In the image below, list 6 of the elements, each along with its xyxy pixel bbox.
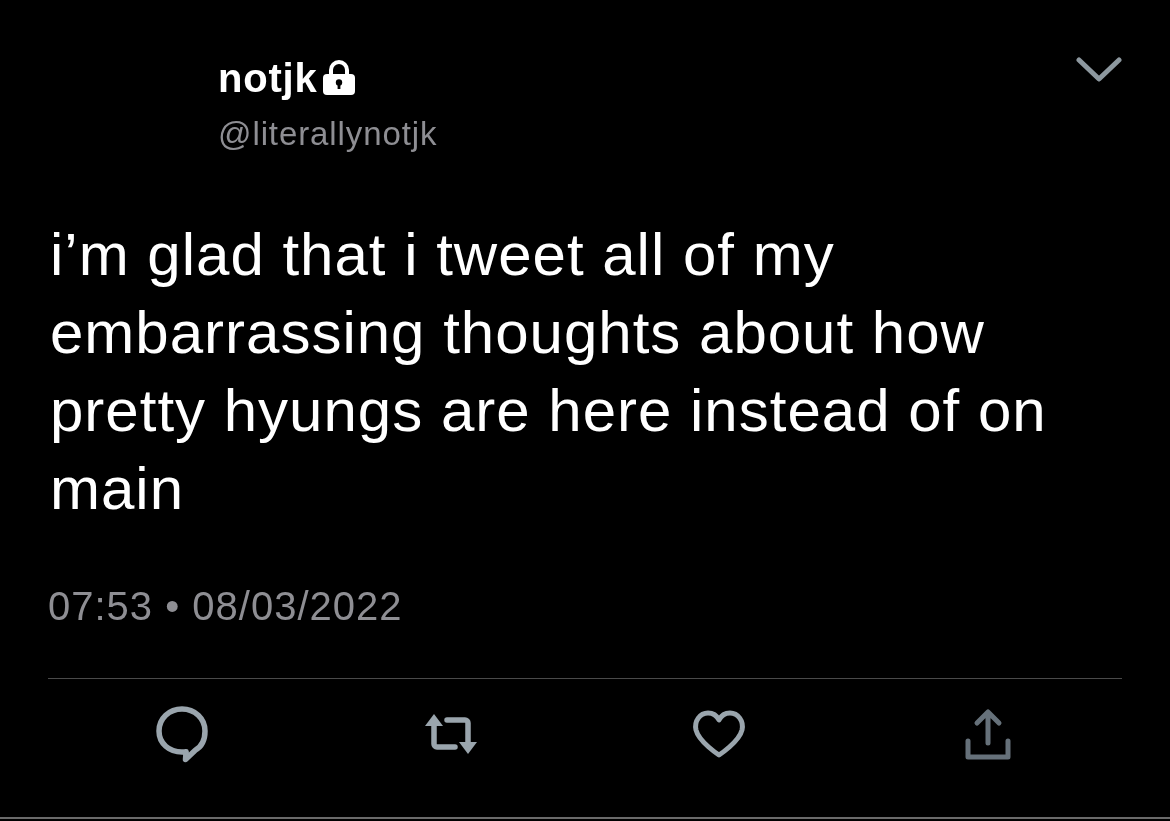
tweet-timestamp: 07:53 • 08/03/2022 [48, 583, 404, 630]
menu-chevron-button[interactable] [1076, 56, 1122, 84]
user-handle: @literallynotjk [218, 116, 438, 152]
tweet-text: i’m glad that i tweet all of my embarrassing thoughts about how pretty hyungs are here instead of on main [50, 220, 1048, 524]
display-name: notjk [218, 56, 318, 100]
reply-icon[interactable] [154, 705, 211, 763]
